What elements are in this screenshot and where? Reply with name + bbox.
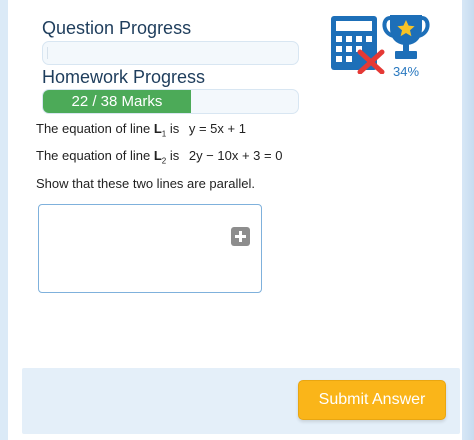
score-percentage: 34% xyxy=(392,64,420,79)
question-progress-fill xyxy=(47,47,48,59)
line2-equation: 2y − 10x + 3 = 0 xyxy=(188,148,283,163)
line1-prefix: The equation of line xyxy=(36,121,154,136)
footer-bar: Submit Answer xyxy=(22,368,460,434)
right-edge xyxy=(462,0,474,440)
line1-statement: The equation of line L1 is y = 5x + 1 xyxy=(36,121,246,143)
question-panel: Question Progress Homework Progress 22 /… xyxy=(8,0,462,440)
line2-statement: The equation of line L2 is 2y − 10x + 3 … xyxy=(36,148,282,170)
submit-answer-button[interactable]: Submit Answer xyxy=(298,380,446,420)
question-progress-label: Question Progress xyxy=(42,18,192,38)
question-progress-bar xyxy=(42,41,299,65)
trophy-icon xyxy=(382,15,430,59)
homework-progress-fill: 22 / 38 Marks xyxy=(43,90,191,113)
line2-is: is xyxy=(166,148,183,163)
line1-equation: y = 5x + 1 xyxy=(188,121,246,136)
calculator-not-allowed-icon xyxy=(331,16,385,74)
instruction-text: Show that these two lines are parallel. xyxy=(36,176,255,191)
add-working-button[interactable] xyxy=(231,227,250,246)
line2-prefix: The equation of line xyxy=(36,148,154,163)
line1-is: is xyxy=(166,121,183,136)
line1-name: L xyxy=(153,121,162,136)
line2-name: L xyxy=(153,148,162,163)
answer-input-box[interactable] xyxy=(38,204,262,293)
homework-progress-label: Homework Progress xyxy=(42,67,206,87)
homework-progress-bar: 22 / 38 Marks xyxy=(42,89,299,114)
